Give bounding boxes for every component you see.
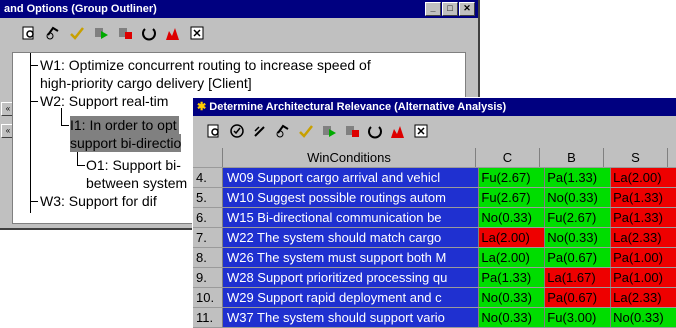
outline-item-cont: high-priority cargo delivery [Client] xyxy=(40,75,252,91)
close-button[interactable]: ✕ xyxy=(459,2,475,16)
s-value-cell[interactable]: La(2.33) xyxy=(611,228,676,247)
table-row[interactable]: 7. W22 The system should match cargo La(2.… xyxy=(193,228,676,248)
c-value-cell[interactable]: La(2.00) xyxy=(479,248,546,267)
alternative-analysis-window: ✱ Determine Architectural Relevance (Alt… xyxy=(192,97,676,328)
outline-item[interactable]: W1: Optimize concurrent routing to incre… xyxy=(40,56,371,74)
row-number: 5. xyxy=(193,188,223,207)
row-number: 7. xyxy=(193,228,223,247)
relevance-grid: WinConditions C B S 4. W09 Support cargo … xyxy=(193,148,676,328)
grid-header: WinConditions C B S xyxy=(193,148,676,168)
column-header-s[interactable]: S xyxy=(604,148,668,167)
wincondition-cell[interactable]: W29 Support rapid deployment and c xyxy=(222,288,480,307)
outline-item[interactable]: W2: Support real-tim xyxy=(40,92,168,110)
s-value-cell[interactable]: Pa(1.33) xyxy=(611,188,676,207)
check-circle-icon[interactable] xyxy=(228,122,246,140)
run-icon[interactable] xyxy=(92,24,110,42)
table-row[interactable]: 6. W15 Bi-directional communication be No(… xyxy=(193,208,676,228)
table-row[interactable]: 9. W28 Support prioritized processing qu P… xyxy=(193,268,676,288)
column-header-winconditions[interactable]: WinConditions xyxy=(223,148,476,167)
row-number: 9. xyxy=(193,268,223,287)
check-icon[interactable] xyxy=(68,24,86,42)
refresh-icon[interactable] xyxy=(366,122,384,140)
minimize-button[interactable]: _ xyxy=(425,2,441,16)
b-value-cell[interactable]: La(1.67) xyxy=(545,268,612,287)
b-value-cell[interactable]: Pa(0.67) xyxy=(545,248,612,267)
approve-icon[interactable] xyxy=(44,24,62,42)
outliner-titlebar[interactable]: and Options (Group Outliner) _ □ ✕ xyxy=(0,0,478,18)
c-value-cell[interactable]: No(0.33) xyxy=(479,288,546,307)
wincondition-cell[interactable]: W26 The system must support both M xyxy=(222,248,480,267)
row-number: 8. xyxy=(193,248,223,267)
outline-item[interactable]: W3: Support for dif xyxy=(40,192,157,210)
s-value-cell[interactable]: Pa(1.33) xyxy=(611,208,676,227)
table-row[interactable]: 10. W29 Support rapid deployment and c No(… xyxy=(193,288,676,308)
wincondition-cell[interactable]: W37 The system should support vario xyxy=(222,308,480,327)
wincondition-cell[interactable]: W10 Suggest possible routings autom xyxy=(222,188,480,207)
check-icon[interactable] xyxy=(297,122,315,140)
refresh-icon[interactable] xyxy=(140,24,158,42)
table-row[interactable]: 8. W26 The system must support both M La(2… xyxy=(193,248,676,268)
wincondition-cell[interactable]: W28 Support prioritized processing qu xyxy=(222,268,480,287)
outline-item-cont: support bi-directio xyxy=(70,134,182,152)
approve-icon[interactable] xyxy=(274,122,292,140)
c-value-cell[interactable]: Fu(2.67) xyxy=(479,188,546,207)
close-box-icon[interactable] xyxy=(412,122,430,140)
outline-item[interactable]: O1: Support bi- xyxy=(86,156,181,174)
analysis-title: Determine Architectural Relevance (Alter… xyxy=(209,101,507,113)
zoom-icon[interactable] xyxy=(205,122,223,140)
b-value-cell[interactable]: Fu(3.00) xyxy=(545,308,612,327)
zoom-icon[interactable] xyxy=(20,24,38,42)
outline-item-cont: between system xyxy=(86,175,188,191)
run-icon[interactable] xyxy=(320,122,338,140)
row-number: 11. xyxy=(193,308,223,327)
analysis-toolbar xyxy=(193,116,676,146)
outline-item-selected[interactable]: I1: In order to opt xyxy=(70,116,179,134)
s-value-cell[interactable]: Pa(1.00) xyxy=(611,248,676,267)
c-value-cell[interactable]: La(2.00) xyxy=(479,228,546,247)
maximize-button[interactable]: □ xyxy=(442,2,458,16)
analysis-titlebar[interactable]: ✱ Determine Architectural Relevance (Alt… xyxy=(193,98,676,116)
b-value-cell[interactable]: Pa(1.33) xyxy=(545,168,612,187)
outliner-toolbar xyxy=(0,18,478,48)
row-number: 4. xyxy=(193,168,223,187)
wincondition-cell[interactable]: W22 The system should match cargo xyxy=(222,228,480,247)
row-number: 10. xyxy=(193,288,223,307)
b-value-cell[interactable]: No(0.33) xyxy=(545,228,612,247)
chart-icon[interactable] xyxy=(164,24,182,42)
column-header-c[interactable]: C xyxy=(476,148,540,167)
s-value-cell[interactable]: Pa(1.00) xyxy=(611,268,676,287)
c-value-cell[interactable]: Pa(1.33) xyxy=(479,268,546,287)
c-value-cell[interactable]: No(0.33) xyxy=(479,208,546,227)
c-value-cell[interactable]: Fu(2.67) xyxy=(479,168,546,187)
b-value-cell[interactable]: Fu(2.67) xyxy=(545,208,612,227)
app-icon: ✱ xyxy=(197,101,207,113)
s-value-cell[interactable]: No(0.33) xyxy=(611,308,676,327)
table-row[interactable]: 11. W37 The system should support vario No… xyxy=(193,308,676,328)
c-value-cell[interactable]: No(0.33) xyxy=(479,308,546,327)
outliner-title: and Options (Group Outliner) xyxy=(4,3,157,15)
table-row[interactable]: 5. W10 Suggest possible routings autom Fu(… xyxy=(193,188,676,208)
s-value-cell[interactable]: La(2.00) xyxy=(611,168,676,187)
wincondition-cell[interactable]: W15 Bi-directional communication be xyxy=(222,208,480,227)
close-box-icon[interactable] xyxy=(188,24,206,42)
wincondition-cell[interactable]: W09 Support cargo arrival and vehicl xyxy=(222,168,480,187)
edit-icon[interactable] xyxy=(251,122,269,140)
column-header-b[interactable]: B xyxy=(540,148,604,167)
chart-icon[interactable] xyxy=(389,122,407,140)
row-number-header xyxy=(193,148,223,167)
s-value-cell[interactable]: La(2.33) xyxy=(611,288,676,307)
stop-icon[interactable] xyxy=(343,122,361,140)
b-value-cell[interactable]: No(0.33) xyxy=(545,188,612,207)
stop-icon[interactable] xyxy=(116,24,134,42)
b-value-cell[interactable]: Pa(0.67) xyxy=(545,288,612,307)
row-number: 6. xyxy=(193,208,223,227)
table-row[interactable]: 4. W09 Support cargo arrival and vehicl Fu… xyxy=(193,168,676,188)
